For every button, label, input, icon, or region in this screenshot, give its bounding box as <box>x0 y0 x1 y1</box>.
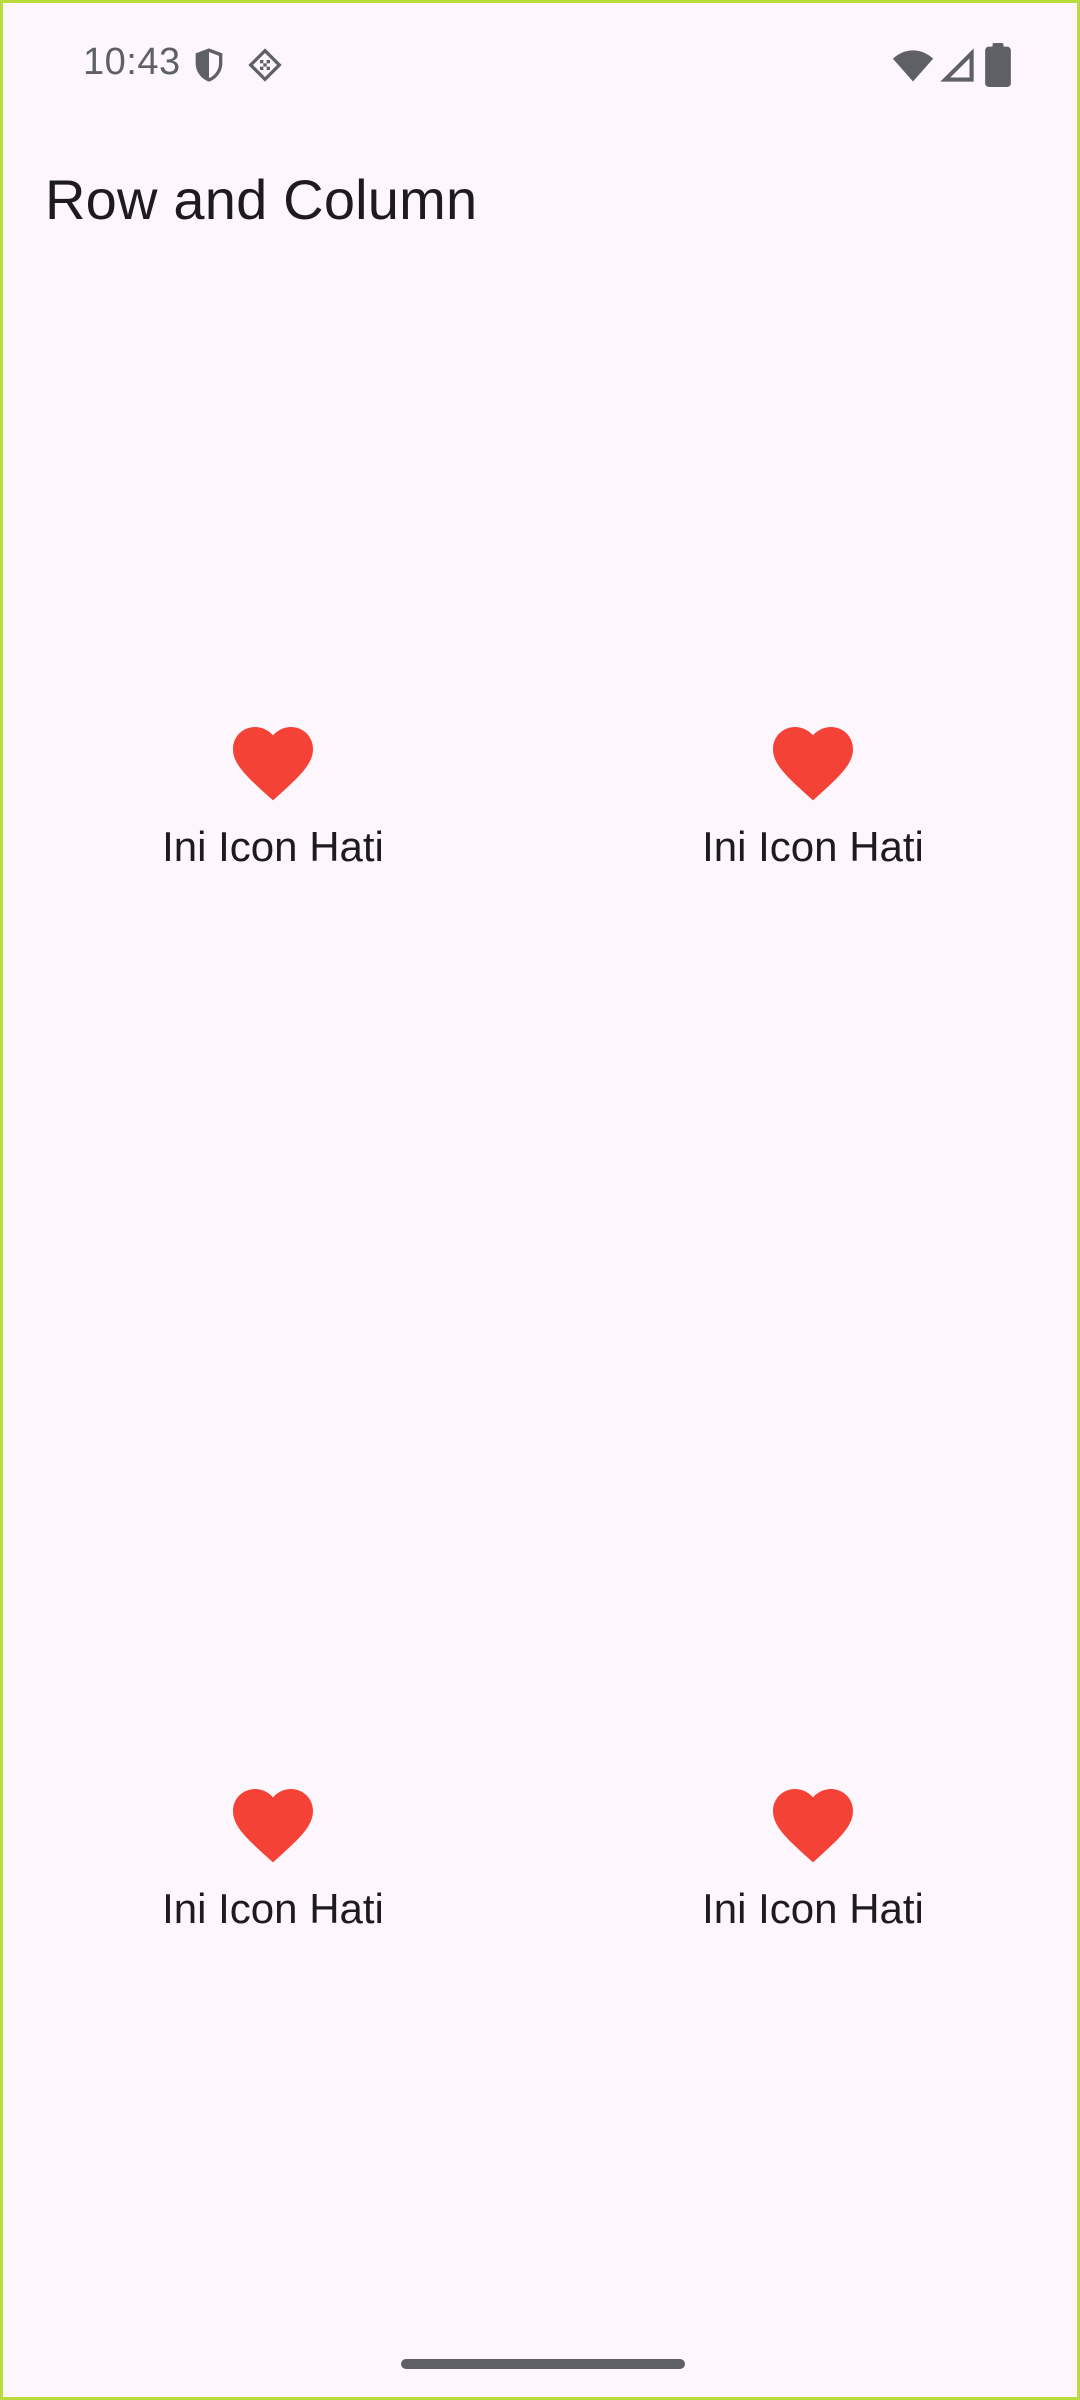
heart-icon <box>225 1777 321 1873</box>
heart-item-label: Ini Icon Hati <box>702 823 924 870</box>
heart-item: Ini Icon Hati <box>613 1777 1013 1933</box>
heart-item: Ini Icon Hati <box>73 715 473 871</box>
cell-signal-icon <box>937 45 977 85</box>
heart-icon <box>765 715 861 811</box>
heart-item-label: Ini Icon Hati <box>162 823 384 870</box>
app-screen: 10:43 Row and Column Ini Icon Hati Ini I… <box>0 0 1080 2400</box>
page-title: Row and Column <box>45 168 478 231</box>
diamond-grid-icon <box>245 45 285 85</box>
shield-icon <box>189 45 229 85</box>
status-bar: 10:43 <box>3 3 1077 131</box>
gesture-nav-handle[interactable] <box>401 2359 685 2369</box>
heart-item: Ini Icon Hati <box>73 1777 473 1933</box>
status-time: 10:43 <box>83 41 181 83</box>
heart-item-label: Ini Icon Hati <box>162 1885 384 1932</box>
heart-item: Ini Icon Hati <box>613 715 1013 871</box>
battery-icon <box>985 43 1011 87</box>
wifi-icon <box>891 43 935 87</box>
heart-icon <box>225 715 321 811</box>
heart-item-label: Ini Icon Hati <box>702 1885 924 1932</box>
heart-icon <box>765 1777 861 1873</box>
